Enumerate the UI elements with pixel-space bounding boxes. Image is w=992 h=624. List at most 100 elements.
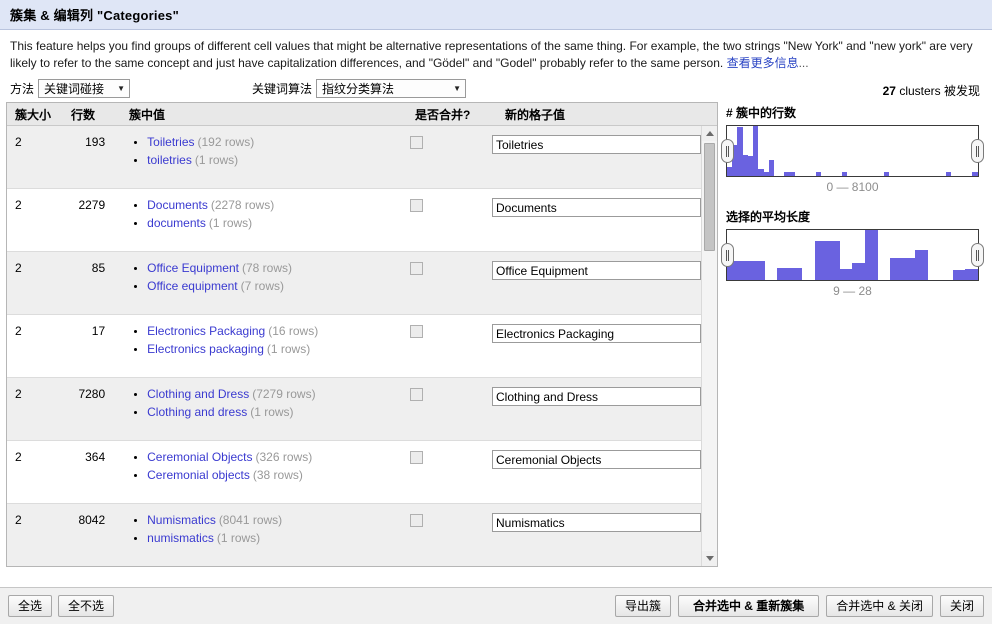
cluster-value-link[interactable]: Ceremonial Objects: [147, 450, 252, 464]
clusters-table-body-wrapper: 2193Toiletries(192 rows)toiletries(1 row…: [7, 126, 717, 566]
histogram-bar: [839, 269, 853, 280]
cluster-value-row-count: (78 rows): [241, 261, 292, 275]
new-cell-value-input[interactable]: [492, 261, 701, 280]
cell-merge: [400, 261, 488, 306]
range-slider-handle-left[interactable]: [721, 139, 734, 163]
cluster-value-row-count: (7279 rows): [252, 387, 316, 401]
cluster-value-row-count: (1 rows): [216, 531, 261, 545]
cell-new-value: [488, 324, 701, 369]
histogram-bars: [727, 126, 978, 176]
range-slider-handle-left[interactable]: [721, 243, 734, 267]
scroll-down-button[interactable]: [702, 551, 717, 566]
scrollbar-thumb[interactable]: [704, 143, 715, 251]
histogram-bar: [777, 267, 790, 280]
keying-function-select-value: 指纹分类算法: [322, 82, 395, 96]
select-all-button[interactable]: 全选: [8, 595, 53, 617]
cluster-value-link[interactable]: Electronics Packaging: [147, 324, 265, 338]
scroll-up-button[interactable]: [702, 126, 717, 141]
cell-new-value: [488, 450, 701, 495]
cluster-value-item: Clothing and Dress(7279 rows): [147, 387, 399, 402]
cell-merge: [400, 135, 488, 180]
merge-and-close-button[interactable]: 合并选中 & 关闭: [826, 595, 933, 617]
facet-row-count: # 簇中的行数 0 — 8100: [721, 104, 986, 194]
cell-new-value: [488, 261, 701, 306]
cluster-value-link[interactable]: Toiletries: [147, 135, 194, 149]
cluster-value-link[interactable]: Documents: [147, 198, 208, 212]
facet-histogram[interactable]: [721, 229, 984, 281]
cell-cluster-values: Toiletries(192 rows) toiletries(1 rows): [119, 135, 399, 180]
merge-and-recluster-button[interactable]: 合并选中 & 重新簇集: [677, 595, 820, 617]
new-cell-value-input[interactable]: [492, 450, 701, 469]
cell-row-count: 85: [91, 261, 106, 275]
cluster-value-link[interactable]: numismatics: [147, 531, 214, 545]
merge-checkbox[interactable]: [409, 514, 423, 527]
deselect-all-button[interactable]: 全不选: [58, 595, 115, 617]
cluster-value-list: Toiletries(192 rows) toiletries(1 rows): [133, 135, 399, 168]
histogram-bar: [768, 160, 774, 176]
facet-range-label: 9 — 28: [833, 284, 872, 298]
column-header-cluster-size: 簇大小: [15, 107, 52, 122]
histogram-bar: [852, 262, 866, 280]
cluster-value-link[interactable]: Electronics packaging: [147, 342, 264, 356]
merge-checkbox[interactable]: [409, 262, 423, 275]
cluster-value-list: Clothing and Dress(7279 rows)Clothing an…: [133, 387, 399, 420]
new-cell-value-input[interactable]: [492, 198, 701, 217]
cluster-value-item: documents(1 rows): [147, 216, 399, 231]
histogram-bar: [902, 257, 916, 280]
column-header-new-value: 新的格子值: [505, 107, 566, 122]
cluster-value-item: Electronics packaging(1 rows): [147, 342, 399, 357]
handle-grip-icon: [726, 145, 729, 157]
new-cell-value-input[interactable]: [492, 513, 701, 532]
histogram-bar: [814, 241, 828, 280]
cell-cluster-values: Documents(2278 rows) documents(1 rows): [119, 198, 399, 243]
table-vertical-scrollbar[interactable]: [701, 126, 717, 566]
new-cell-value-input[interactable]: [492, 324, 701, 343]
merge-checkbox[interactable]: [409, 136, 423, 149]
range-slider-handle-right[interactable]: [971, 139, 984, 163]
cluster-value-row-count: (1 rows): [266, 342, 311, 356]
export-clusters-button[interactable]: 导出簇: [614, 595, 671, 617]
cell-merge: [400, 450, 488, 495]
description-ellipsis: ...: [798, 56, 809, 70]
clustering-controls: 方法 关键词碰接 ▼ 关键词算法 指纹分类算法 ▼ 27 clusters 被发…: [0, 74, 992, 102]
cluster-value-item: Ceremonial Objects(326 rows): [147, 450, 399, 465]
merge-checkbox[interactable]: [409, 388, 423, 401]
histogram-bar: [965, 269, 978, 280]
cluster-value-link[interactable]: documents: [147, 216, 206, 230]
cluster-value-item: Electronics Packaging(16 rows): [147, 324, 399, 339]
cluster-value-row-count: (326 rows): [255, 450, 313, 464]
new-cell-value-input[interactable]: [492, 135, 701, 154]
learn-more-link[interactable]: 查看更多信息: [727, 56, 799, 70]
cell-row-count: 17: [91, 324, 106, 338]
cluster-value-link[interactable]: Ceremonial objects: [147, 468, 250, 482]
cell-cluster-values: Office Equipment(78 rows)Office equipmen…: [119, 261, 399, 306]
merge-checkbox[interactable]: [409, 451, 423, 464]
cell-cluster-values: Clothing and Dress(7279 rows)Clothing an…: [119, 387, 399, 432]
cluster-value-row-count: (1 rows): [194, 153, 239, 167]
cluster-value-row-count: (38 rows): [252, 468, 303, 482]
cluster-value-link[interactable]: Clothing and dress: [147, 405, 247, 419]
feature-description: This feature helps you find groups of di…: [0, 30, 992, 74]
method-select-value: 关键词碰接: [44, 82, 105, 96]
table-row: 217Electronics Packaging(16 rows)Electro…: [7, 315, 701, 378]
merge-checkbox[interactable]: [409, 199, 423, 212]
cluster-value-link[interactable]: toiletries: [147, 153, 192, 167]
cell-merge: [400, 387, 488, 432]
close-button[interactable]: 关闭: [939, 595, 984, 617]
range-slider-handle-right[interactable]: [971, 243, 984, 267]
cell-row-count: 193: [85, 135, 106, 149]
cluster-value-link[interactable]: Office equipment: [147, 279, 238, 293]
handle-grip-icon: [976, 145, 979, 157]
new-cell-value-input[interactable]: [492, 387, 701, 406]
handle-grip-icon: [976, 249, 979, 261]
method-select[interactable]: 关键词碰接 ▼: [38, 79, 131, 98]
cluster-value-link[interactable]: Numismatics: [147, 513, 216, 527]
cluster-value-link[interactable]: Office Equipment: [147, 261, 239, 275]
keying-function-select[interactable]: 指纹分类算法 ▼: [316, 79, 467, 98]
merge-checkbox[interactable]: [409, 325, 423, 338]
cluster-value-link[interactable]: Clothing and Dress: [147, 387, 249, 401]
histogram-bar: [915, 250, 928, 280]
facet-histogram[interactable]: [721, 125, 984, 177]
histogram-bar: [865, 230, 878, 280]
table-row: 27280Clothing and Dress(7279 rows)Clothi…: [7, 378, 701, 441]
